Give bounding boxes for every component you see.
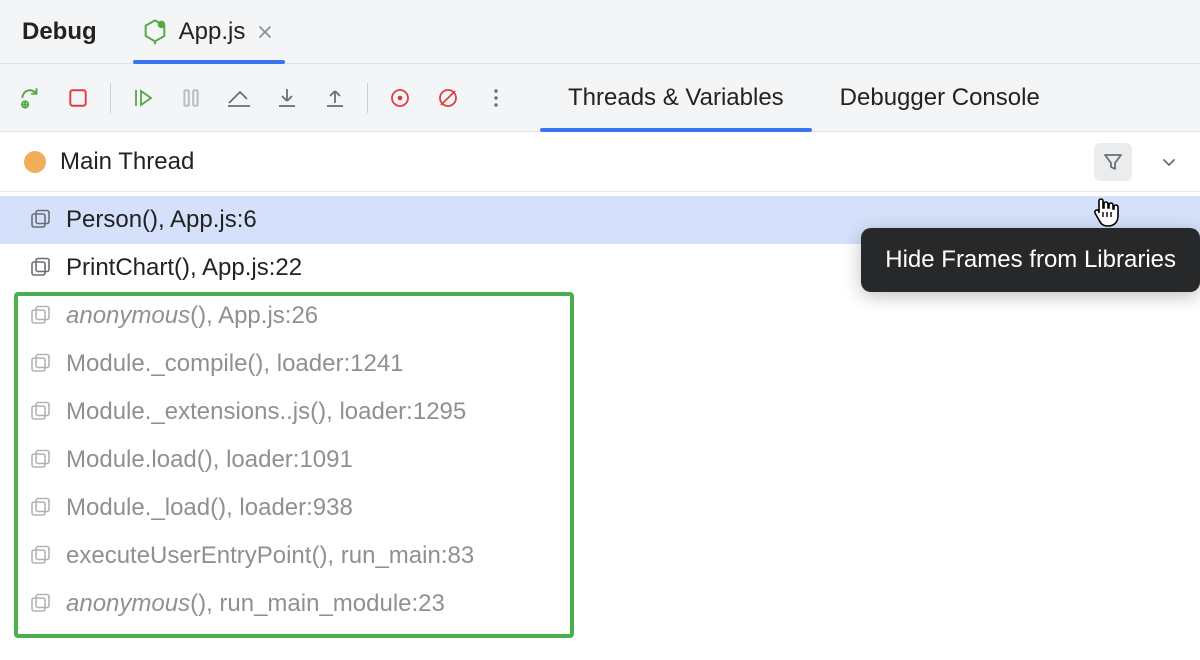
step-into-button[interactable] [267, 78, 307, 118]
console-tab-label: Debugger Console [840, 84, 1040, 112]
pause-button[interactable] [171, 78, 211, 118]
stack-frame-label: Person(), App.js:6 [66, 206, 257, 234]
stack-frame-label: Module.load(), loader:1091 [66, 446, 353, 474]
stack-frame-icon [30, 209, 52, 231]
stack-frame-icon [30, 401, 52, 423]
stack-frame-icon [30, 497, 52, 519]
filter-frames-button[interactable] [1094, 143, 1132, 181]
expand-collapse-button[interactable] [1150, 143, 1188, 181]
thread-name-label: Main Thread [60, 148, 194, 176]
stack-frame-row[interactable]: executeUserEntryPoint(), run_main:83 [0, 532, 1200, 580]
nodejs-icon [141, 18, 169, 46]
debug-toolbar: Threads & Variables Debugger Console [0, 64, 1200, 132]
stack-frame-label: Module._load(), loader:938 [66, 494, 353, 522]
stack-frame-row[interactable]: Module._extensions..js(), loader:1295 [0, 388, 1200, 436]
tab-debugger-console[interactable]: Debugger Console [812, 64, 1068, 131]
toolbar-separator [110, 83, 111, 113]
stack-frame-icon [30, 305, 52, 327]
file-tab-appjs[interactable]: App.js [127, 0, 292, 63]
thread-header[interactable]: Main Thread [0, 132, 1200, 192]
stack-frame-icon [30, 257, 52, 279]
rerun-button[interactable] [10, 78, 50, 118]
toolbar-separator [367, 83, 368, 113]
debug-subtabs: Threads & Variables Debugger Console [540, 64, 1068, 131]
step-out-button[interactable] [315, 78, 355, 118]
close-icon[interactable] [257, 24, 273, 40]
editor-tabs-bar: Debug App.js [0, 0, 1200, 64]
mute-breakpoints-button[interactable] [428, 78, 468, 118]
stack-frame-row[interactable]: Module._load(), loader:938 [0, 484, 1200, 532]
stack-frame-label: anonymous(), run_main_module:23 [66, 590, 445, 618]
threads-tab-label: Threads & Variables [568, 84, 784, 112]
stack-frame-icon [30, 545, 52, 567]
stack-frame-label: Module._extensions..js(), loader:1295 [66, 398, 466, 426]
stack-frame-icon [30, 593, 52, 615]
stack-frame-row[interactable]: anonymous(), run_main_module:23 [0, 580, 1200, 628]
stack-frame-label: executeUserEntryPoint(), run_main:83 [66, 542, 474, 570]
thread-status-dot-icon [24, 151, 46, 173]
stop-button[interactable] [58, 78, 98, 118]
filter-tooltip: Hide Frames from Libraries [861, 228, 1200, 292]
stack-frame-icon [30, 353, 52, 375]
debug-panel-tab[interactable]: Debug [18, 0, 127, 63]
resume-button[interactable] [123, 78, 163, 118]
more-actions-button[interactable] [476, 78, 516, 118]
view-breakpoints-button[interactable] [380, 78, 420, 118]
stack-frame-row[interactable]: anonymous(), App.js:26 [0, 292, 1200, 340]
step-over-button[interactable] [219, 78, 259, 118]
file-tab-label: App.js [179, 18, 246, 46]
stack-frame-row[interactable]: Module.load(), loader:1091 [0, 436, 1200, 484]
stack-frame-row[interactable]: Module._compile(), loader:1241 [0, 340, 1200, 388]
stack-frame-label: PrintChart(), App.js:22 [66, 254, 302, 282]
tab-threads-variables[interactable]: Threads & Variables [540, 64, 812, 131]
tooltip-text: Hide Frames from Libraries [885, 246, 1176, 273]
stack-frame-label: anonymous(), App.js:26 [66, 302, 318, 330]
stack-frame-label: Module._compile(), loader:1241 [66, 350, 404, 378]
stack-frame-icon [30, 449, 52, 471]
debug-tab-label: Debug [22, 18, 97, 46]
